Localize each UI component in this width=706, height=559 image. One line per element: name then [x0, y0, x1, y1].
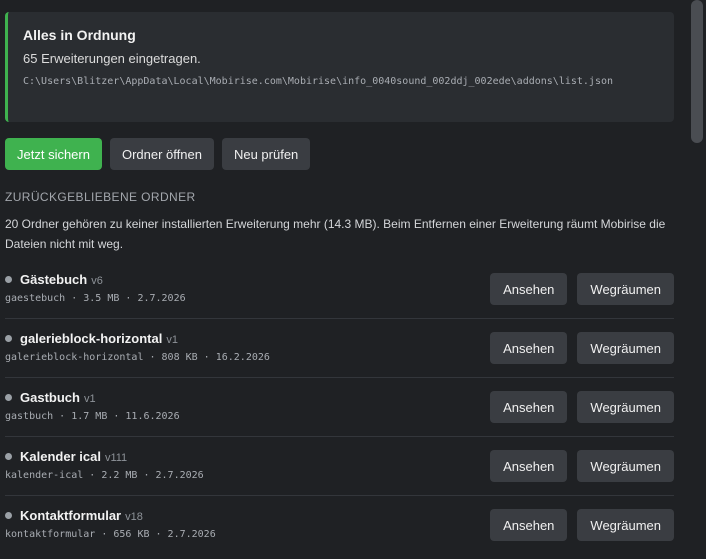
item-actions: Ansehen Wegräumen	[490, 391, 674, 423]
item-name: Gästebuch v6	[20, 272, 103, 287]
view-button[interactable]: Ansehen	[490, 391, 568, 423]
status-dot-icon	[5, 453, 12, 460]
remove-button[interactable]: Wegräumen	[577, 332, 674, 364]
item-actions: Ansehen Wegräumen	[490, 450, 674, 482]
view-button[interactable]: Ansehen	[490, 273, 568, 305]
status-dot-icon	[5, 276, 12, 283]
status-panel: Alles in Ordnung 65 Erweiterungen einget…	[5, 12, 674, 122]
item-name: Kontaktformular v18	[20, 508, 143, 523]
remove-button[interactable]: Wegräumen	[577, 450, 674, 482]
main-content: Alles in Ordnung 65 Erweiterungen einget…	[5, 0, 688, 559]
status-dot-icon	[5, 335, 12, 342]
scrollbar-thumb[interactable]	[691, 0, 703, 143]
remove-button[interactable]: Wegräumen	[577, 391, 674, 423]
list-item: Gastbuch v1 gastbuch · 1.7 MB · 11.6.2026…	[5, 378, 674, 437]
list-item: Gästebuch v6 gaestebuch · 3.5 MB · 2.7.20…	[5, 260, 674, 319]
orphan-section-description: 20 Ordner gehören zu keiner installierte…	[5, 217, 666, 251]
status-count: 65 Erweiterungen eingetragen.	[23, 51, 201, 66]
item-version: v111	[104, 452, 128, 464]
status-dot-icon	[5, 394, 12, 401]
open-folder-button[interactable]: Ordner öffnen	[109, 138, 214, 170]
action-bar: Jetzt sichern Ordner öffnen Neu prüfen	[5, 138, 311, 170]
item-actions: Ansehen Wegräumen	[490, 332, 674, 364]
remove-button[interactable]: Wegräumen	[577, 509, 674, 541]
item-actions: Ansehen Wegräumen	[490, 273, 674, 305]
item-version: v6	[91, 275, 103, 287]
orphan-folder-list: Gästebuch v6 gaestebuch · 3.5 MB · 2.7.20…	[5, 260, 674, 555]
save-now-button[interactable]: Jetzt sichern	[5, 138, 102, 170]
item-version: v18	[125, 511, 143, 523]
item-meta: kalender-ical · 2.2 MB · 2.7.2026	[5, 470, 204, 481]
recheck-button[interactable]: Neu prüfen	[221, 138, 311, 170]
view-button[interactable]: Ansehen	[490, 509, 568, 541]
view-button[interactable]: Ansehen	[490, 450, 568, 482]
item-version: v1	[166, 334, 178, 346]
item-name: Kalender ical v111	[20, 449, 128, 464]
list-item: galerieblock-horizontal v1 galerieblock-h…	[5, 319, 674, 378]
item-meta: gastbuch · 1.7 MB · 11.6.2026	[5, 411, 180, 422]
remove-button[interactable]: Wegräumen	[577, 273, 674, 305]
vertical-scrollbar[interactable]	[688, 0, 706, 559]
item-actions: Ansehen Wegräumen	[490, 509, 674, 541]
list-item: Kontaktformular v18 kontaktformular · 656…	[5, 496, 674, 555]
item-meta: galerieblock-horizontal · 808 KB · 16.2.…	[5, 352, 270, 363]
item-meta: gaestebuch · 3.5 MB · 2.7.2026	[5, 293, 186, 304]
item-meta: kontaktformular · 656 KB · 2.7.2026	[5, 529, 216, 540]
item-name: galerieblock-horizontal v1	[20, 331, 178, 346]
status-title: Alles in Ordnung	[23, 27, 136, 43]
item-version: v1	[83, 393, 96, 405]
item-name: Gastbuch v1	[20, 390, 96, 405]
status-dot-icon	[5, 512, 12, 519]
orphan-section-heading: ZURÜCKGEBLIEBENE ORDNER	[5, 190, 196, 204]
list-item: Kalender ical v111 kalender-ical · 2.2 MB…	[5, 437, 674, 496]
registry-file-path: C:\Users\Blitzer\AppData\Local\Mobirise.…	[23, 76, 614, 87]
view-button[interactable]: Ansehen	[490, 332, 568, 364]
